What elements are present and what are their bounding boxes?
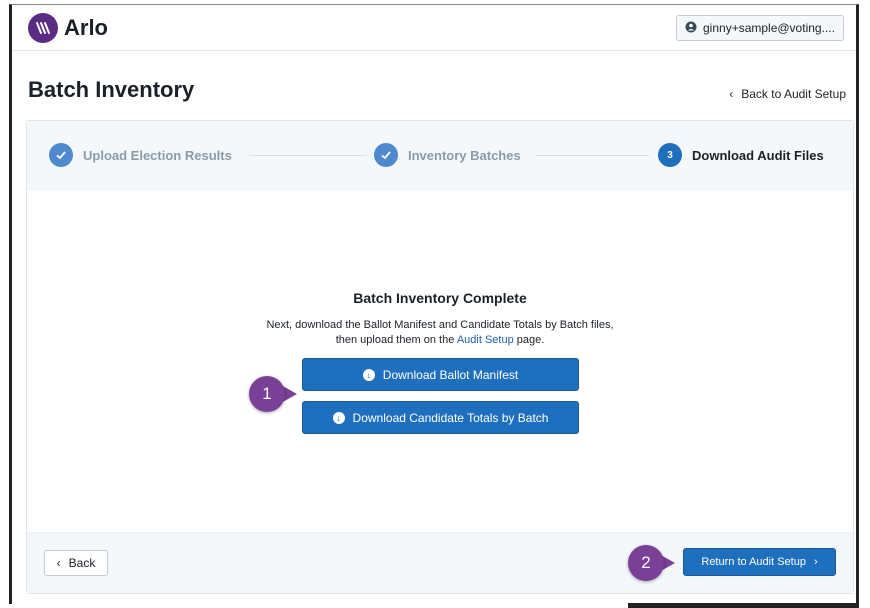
step-number: 3 [658,143,682,167]
chevron-left-icon: ‹ [56,556,61,570]
callout-badge-2: 2 [628,545,664,581]
step-download-audit-files: 3 Download Audit Files [658,143,824,167]
step-label: Inventory Batches [408,147,521,163]
download-candidate-totals-button[interactable]: ↓ Download Candidate Totals by Batch [302,401,579,434]
top-navbar: Arlo ginny+sample@voting.... [12,5,856,51]
description-text: page. [513,334,545,346]
chevron-right-icon: › [813,556,818,568]
completion-title: Batch Inventory Complete [353,290,527,306]
button-label: Download Candidate Totals by Batch [352,410,549,425]
description-text: then upload them on the [335,334,457,346]
step-label: Upload Election Results [83,147,232,163]
callout-badge-1: 1 [249,376,285,412]
check-icon [374,143,398,167]
return-to-audit-setup-button[interactable]: Return to Audit Setup › [683,548,836,576]
batch-inventory-card: Upload Election Results Inventory Batche… [26,120,854,594]
chevron-left-icon: ‹ [729,87,734,101]
back-button[interactable]: ‹ Back [44,550,108,576]
description-line-1: Next, download the Ballot Manifest and C… [266,319,614,331]
card-footer: ‹ Back Return to Audit Setup › [27,532,853,593]
step-connector [536,155,649,156]
description-line-2: then upload them on the Audit Setup page… [27,333,853,348]
stepper: Upload Election Results Inventory Batche… [27,121,853,190]
step-inventory-batches: Inventory Batches [374,143,521,167]
app-name[interactable]: Arlo [64,15,108,41]
step-upload-election-results: Upload Election Results [49,143,232,167]
back-link-label: Back to Audit Setup [741,87,846,101]
user-icon [685,21,697,36]
completion-description: Next, download the Ballot Manifest and C… [27,318,853,348]
back-to-audit-setup-link[interactable]: ‹ Back to Audit Setup [729,87,846,101]
completion-panel: Batch Inventory Complete Next, download … [27,189,853,533]
check-icon [49,143,73,167]
user-menu-button[interactable]: ginny+sample@voting.... [676,15,844,41]
download-ballot-manifest-button[interactable]: ↓ Download Ballot Manifest [302,358,579,391]
step-connector [249,155,367,156]
download-icon: ↓ [362,368,375,381]
download-icon: ↓ [332,411,345,424]
user-email: ginny+sample@voting.... [703,21,835,35]
window-edge [628,603,859,608]
step-label: Download Audit Files [692,147,824,163]
arlo-logo-icon[interactable] [28,13,58,43]
audit-setup-link[interactable]: Audit Setup [457,334,514,346]
back-button-label: Back [68,556,96,570]
return-button-label: Return to Audit Setup [701,556,806,568]
button-label: Download Ballot Manifest [382,367,519,382]
page-title: Batch Inventory [28,77,195,102]
